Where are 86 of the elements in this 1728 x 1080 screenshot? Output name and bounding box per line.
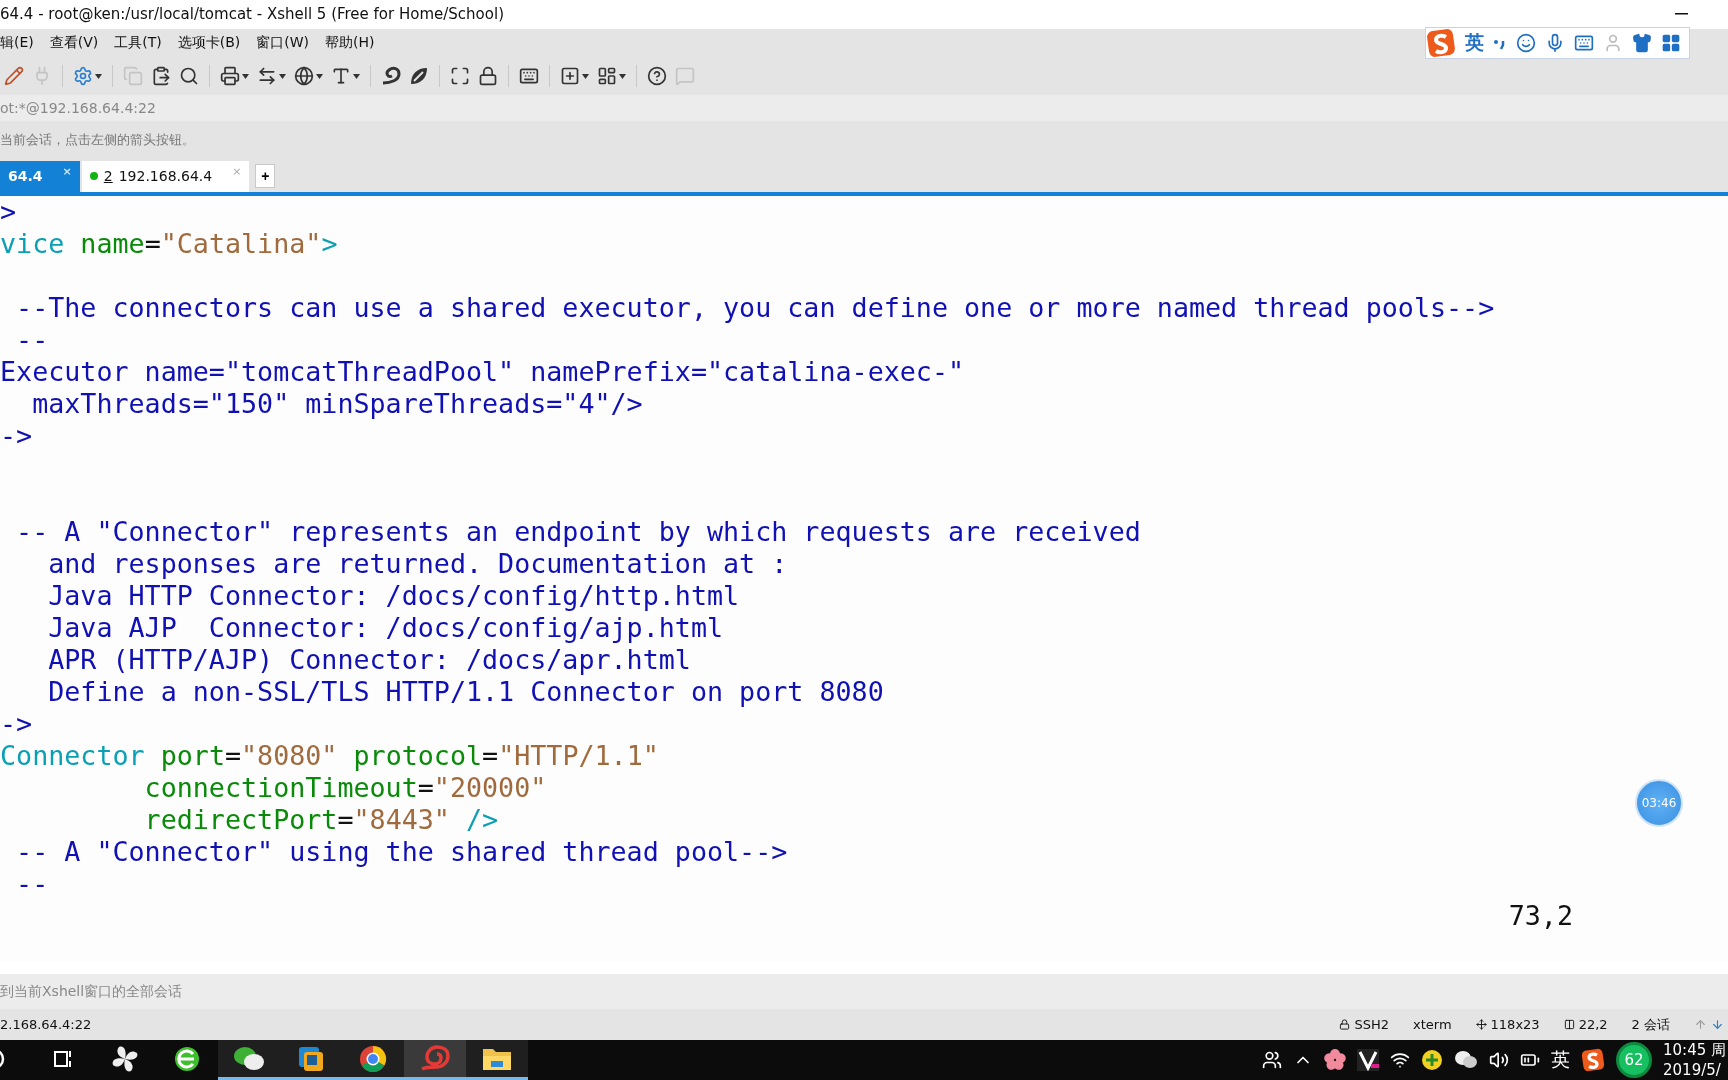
plus-circle-icon[interactable] xyxy=(1421,1049,1443,1071)
window-title: 64.4 - root@ken:/usr/local/tomcat - Xshell 5 (Free for Home/School) xyxy=(0,5,504,24)
caret-icon[interactable] xyxy=(582,73,589,79)
tab-label: 64.4 xyxy=(8,168,43,185)
compose-text: 到当前Xshell窗口的全部会话 xyxy=(0,982,183,1001)
logo-icon xyxy=(1581,1048,1605,1072)
add-icon[interactable] xyxy=(560,66,580,87)
wifi-icon[interactable] xyxy=(1390,1050,1410,1070)
session-tab[interactable]: 2 192.168.64.4 × xyxy=(81,160,250,192)
menu-item[interactable]: 帮助(H) xyxy=(325,34,375,53)
code-line: -- A "Connector" represents an endpoint by which requests are received xyxy=(15,515,1141,547)
printer-icon[interactable] xyxy=(220,66,240,87)
shirt-icon[interactable] xyxy=(1632,33,1652,53)
caret-icon[interactable] xyxy=(353,73,360,79)
ime-mode[interactable]: 英 xyxy=(1465,30,1484,56)
code-line: Connector port="8080" protocol="HTTP/1.1" xyxy=(0,739,659,771)
chat-icon[interactable] xyxy=(1454,1050,1478,1070)
menu-item[interactable]: 窗口(W) xyxy=(256,34,310,53)
code-line: -- xyxy=(15,323,49,355)
microphone-icon[interactable] xyxy=(1545,33,1565,53)
code-line: -- A "Connector" using the shared thread pool--> xyxy=(15,835,788,867)
ring-logo-icon[interactable] xyxy=(358,1043,388,1074)
caret-icon[interactable] xyxy=(279,73,286,79)
caret-icon[interactable] xyxy=(316,73,323,79)
transfer-icon[interactable] xyxy=(257,66,277,87)
layout-icon[interactable] xyxy=(597,66,617,87)
code-line: -> xyxy=(0,707,33,739)
fullscreen-icon[interactable] xyxy=(450,66,470,87)
paste-icon[interactable] xyxy=(151,66,171,87)
flower-icon[interactable] xyxy=(1324,1049,1346,1071)
smiley-icon[interactable] xyxy=(1516,33,1536,53)
hint-text: 当前会话，点击左侧的箭头按钮。 xyxy=(0,130,195,149)
caret-icon[interactable] xyxy=(242,73,249,79)
status-text: SSH2 xyxy=(1354,1017,1389,1033)
spiral-icon[interactable] xyxy=(381,66,401,87)
cube-icon[interactable] xyxy=(297,1044,325,1073)
code-line: --The connectors can use a shared executor, you can define one or more named thread pools--> xyxy=(15,291,1495,323)
caret-icon[interactable] xyxy=(95,73,102,79)
code-line: Define a non-SSL/TLS HTTP/1.1 Connector on port 8080 xyxy=(47,675,884,707)
status-text: 2 会话 xyxy=(1631,1015,1670,1034)
code-line: APR (HTTP/AJP) Connector: /docs/apr.html xyxy=(47,643,691,675)
caret-icon[interactable] xyxy=(619,73,626,79)
help-icon[interactable] xyxy=(647,66,667,87)
people-icon[interactable] xyxy=(1262,1050,1282,1070)
ime-mode-text[interactable]: 英 xyxy=(1551,1047,1570,1073)
search-icon[interactable] xyxy=(179,66,199,87)
resize-icon xyxy=(1475,1019,1487,1031)
down-arrow-icon[interactable] xyxy=(1711,1018,1724,1032)
clock[interactable]: 10:45 周 2019/5/ xyxy=(1663,1040,1728,1080)
status-text: 22,2 xyxy=(1578,1017,1608,1033)
code-line: Java HTTP Connector: /docs/config/http.html xyxy=(47,579,740,611)
code-line: and responses are returned. Documentation at : xyxy=(47,547,788,579)
volume-icon[interactable] xyxy=(1489,1050,1509,1070)
lock-icon[interactable] xyxy=(478,66,498,87)
code-line: Executor name="tomcatThreadPool" namePrefix="catalina-exec-" xyxy=(0,355,965,387)
code-line: connectionTimeout="20000" xyxy=(143,771,547,803)
cursor-position: 73,2 xyxy=(1508,899,1573,932)
new-tab-button[interactable]: + xyxy=(255,163,276,188)
status-text: 118x23 xyxy=(1490,1017,1540,1033)
code-line: -- xyxy=(15,867,49,899)
chat-icon[interactable] xyxy=(233,1044,265,1073)
tab-label: 192.168.64.4 xyxy=(118,168,213,185)
menu-item[interactable]: 辑(E) xyxy=(0,34,34,53)
menu-item[interactable]: 查看(V) xyxy=(49,34,99,53)
session-tab[interactable]: 64.4 × xyxy=(0,160,80,192)
leaf-icon[interactable] xyxy=(409,66,429,87)
pencil-icon[interactable] xyxy=(4,66,24,87)
minimize-icon[interactable] xyxy=(1675,13,1688,16)
code-line: -> xyxy=(0,419,33,451)
code-line: > xyxy=(0,195,17,227)
keyboard-icon[interactable] xyxy=(519,66,539,87)
tab-number: 2 xyxy=(103,168,113,185)
code-line: vice name="Catalina"> xyxy=(0,227,338,259)
font-icon[interactable] xyxy=(331,66,351,87)
code-line: maxThreads="150" minSpareThreads="4"/> xyxy=(31,387,643,419)
menu-item[interactable]: 选项卡(B) xyxy=(177,34,241,53)
code-line: Java AJP Connector: /docs/config/ajp.html xyxy=(47,611,724,643)
host-text: 2.168.64.4:22 xyxy=(0,1017,92,1033)
grid-icon[interactable] xyxy=(1661,33,1681,53)
code-line: redirectPort="8443" /> xyxy=(143,803,499,835)
v-logo-icon[interactable] xyxy=(1357,1049,1379,1071)
address-text: ot:*@192.168.64.4:22 xyxy=(0,99,156,116)
status-text: xterm xyxy=(1413,1017,1452,1033)
keyboard-icon[interactable] xyxy=(1574,33,1594,53)
lock-icon xyxy=(1339,1019,1351,1031)
menu-item[interactable]: 工具(T) xyxy=(114,34,162,53)
